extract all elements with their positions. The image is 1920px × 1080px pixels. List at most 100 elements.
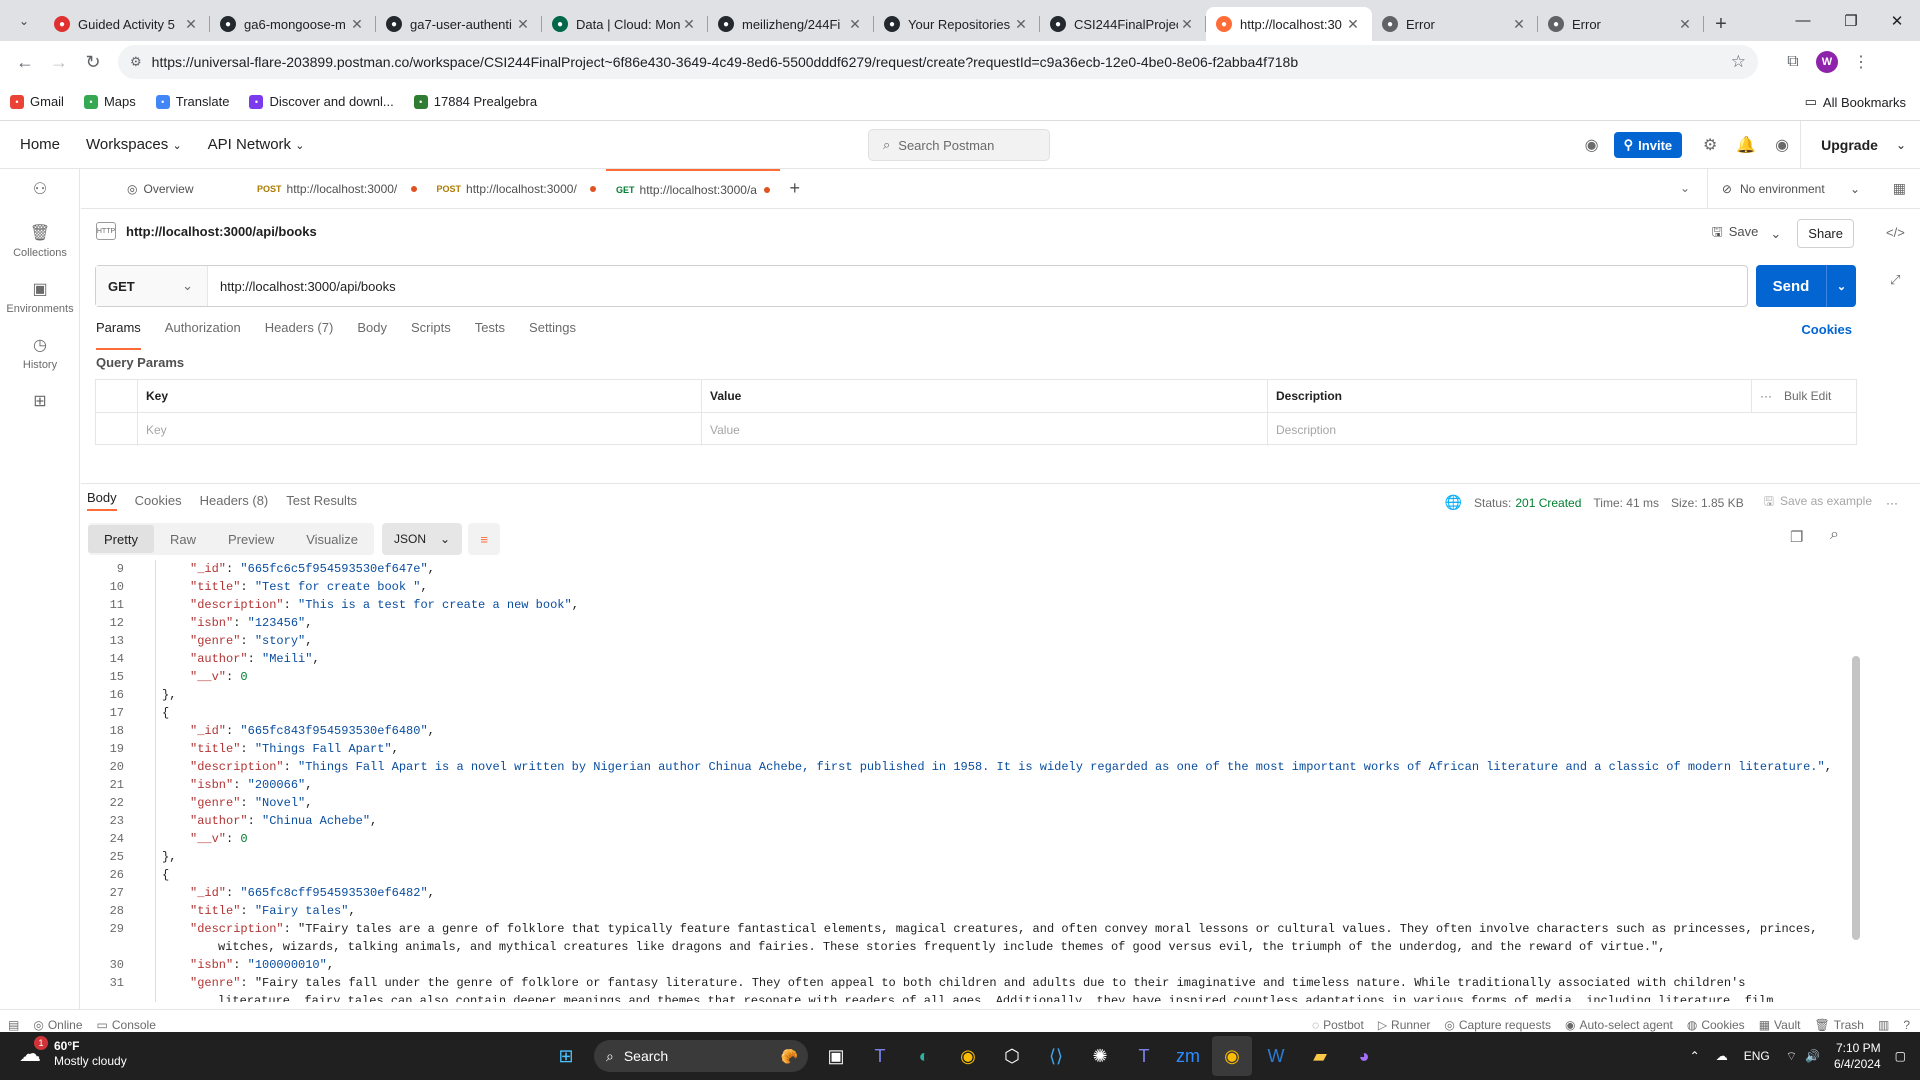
status-bar-item[interactable]: ◎ Capture requests <box>1444 1018 1551 1032</box>
chrome-profile-icon[interactable]: ◉ <box>1212 1036 1252 1076</box>
edge-icon[interactable]: ◐ <box>904 1036 944 1076</box>
description-input[interactable]: Description <box>1268 413 1856 446</box>
console-button[interactable]: ▭ Console <box>97 1018 156 1032</box>
save-dropdown-icon[interactable]: ⌄ <box>1770 226 1781 242</box>
online-status[interactable]: ◎ Online <box>33 1018 82 1032</box>
task-view-icon[interactable]: ▣ <box>816 1036 856 1076</box>
status-bar-item[interactable]: ▦ Vault <box>1759 1018 1801 1032</box>
new-tab-button[interactable]: + <box>1704 7 1738 41</box>
scrollbar-thumb[interactable] <box>1852 656 1860 940</box>
request-tab[interactable]: ◎ Overview <box>117 169 247 209</box>
view-mode-pretty[interactable]: Pretty <box>88 525 154 553</box>
bookmark-item[interactable]: • Translate <box>155 94 229 109</box>
sidebar-item-history[interactable]: ◷ History <box>0 325 80 381</box>
browser-tab[interactable]: ● meilizheng/244Fi ✕ <box>708 7 874 41</box>
invite-button[interactable]: ⚲ Invite <box>1613 132 1683 158</box>
windows-start-icon[interactable]: ⊞ <box>546 1036 586 1076</box>
all-bookmarks[interactable]: ▭ All Bookmarks <box>1805 94 1906 110</box>
tab-scripts[interactable]: Scripts <box>411 320 451 350</box>
share-button[interactable]: Share <box>1797 219 1854 248</box>
profile-avatar[interactable]: W <box>1810 45 1844 79</box>
response-tab[interactable]: Headers (8) <box>200 493 269 508</box>
sidebar-item-team[interactable]: ⚇ <box>0 169 80 213</box>
browser-tab[interactable]: ● Data | Cloud: Mon ✕ <box>542 7 708 41</box>
response-size[interactable]: Size: 1.85 KB <box>1671 496 1744 510</box>
sidebar-item-more[interactable]: ⊞ <box>0 381 80 425</box>
close-window-button[interactable]: ✕ <box>1874 0 1920 41</box>
status-bar-item[interactable]: ▷ Runner <box>1378 1018 1431 1032</box>
close-icon[interactable]: ✕ <box>514 16 532 33</box>
tab-search-dropdown[interactable]: ⌄ <box>10 7 38 35</box>
onedrive-icon[interactable]: ☁ <box>1716 1049 1728 1063</box>
chrome-icon[interactable]: ◉ <box>948 1036 988 1076</box>
tab-tests[interactable]: Tests <box>475 320 505 350</box>
extensions-icon[interactable]: ⧉ <box>1776 45 1810 79</box>
key-input[interactable]: Key <box>138 413 702 446</box>
response-time[interactable]: Time: 41 ms <box>1593 496 1659 510</box>
close-icon[interactable]: ✕ <box>846 16 864 33</box>
view-mode-preview[interactable]: Preview <box>212 525 290 553</box>
tab-params[interactable]: Params <box>96 320 141 350</box>
github-icon[interactable]: ◕ <box>1344 1036 1384 1076</box>
browser-tab[interactable]: ● http://localhost:30 ✕ <box>1206 7 1372 41</box>
wifi-icon[interactable]: ⌔ <box>1786 1049 1797 1064</box>
view-mode-visualize[interactable]: Visualize <box>290 525 374 553</box>
taskbar-search[interactable]: ⌕ Search 🥐 <box>594 1040 808 1072</box>
weather-widget[interactable]: ☁ 1 60°F Mostly cloudy <box>14 1036 127 1070</box>
vscode-icon[interactable]: ⟨⟩ <box>1036 1036 1076 1076</box>
search-postman-input[interactable]: ⌕ Search Postman <box>868 129 1050 161</box>
restore-button[interactable]: ❐ <box>1828 0 1874 41</box>
chatgpt-icon[interactable]: ✺ <box>1080 1036 1120 1076</box>
cookies-link[interactable]: Cookies <box>1801 322 1852 337</box>
sidebar-item-collections[interactable]: 🗑 Collections <box>0 213 80 269</box>
tab-body[interactable]: Body <box>357 320 387 350</box>
zoom-icon[interactable]: zm <box>1168 1036 1208 1076</box>
teams-work-icon[interactable]: T <box>1124 1036 1164 1076</box>
github-desktop-icon[interactable]: ⬡ <box>992 1036 1032 1076</box>
omnibox[interactable]: ⚙ https://universal-flare-203899.postman… <box>118 45 1758 79</box>
tab-headers[interactable]: Headers (7) <box>265 320 334 350</box>
request-tab[interactable]: POST http://localhost:3000/ <box>427 169 607 209</box>
tab-settings[interactable]: Settings <box>529 320 576 350</box>
method-select[interactable]: GET ⌄ <box>96 266 208 306</box>
close-icon[interactable]: ✕ <box>182 16 200 33</box>
response-body-viewer[interactable]: 9 "_id": "665fc6c5f954593530ef647e", 10 "ti… <box>88 560 1850 1002</box>
more-icon[interactable]: ··· <box>1886 496 1898 510</box>
response-tab[interactable]: Cookies <box>135 493 182 508</box>
browser-tab[interactable]: ● ga6-mongoose-m ✕ <box>210 7 376 41</box>
status-bar-item[interactable]: ◌ Postbot <box>1312 1018 1364 1032</box>
nav-home[interactable]: Home <box>20 136 60 153</box>
close-icon[interactable]: ✕ <box>680 16 698 33</box>
toggle-sidebar-icon[interactable]: ▤ <box>8 1018 19 1032</box>
related-icon[interactable]: ⤢ <box>1890 272 1900 288</box>
chrome-menu-icon[interactable]: ⋮ <box>1844 45 1878 79</box>
value-input[interactable]: Value <box>702 413 1268 446</box>
team-icon[interactable]: ◉ <box>1574 127 1610 163</box>
reload-icon[interactable]: ↻ <box>76 45 110 79</box>
status-bar-item[interactable]: ◍ Cookies <box>1687 1018 1745 1032</box>
forward-icon[interactable]: → <box>42 45 76 79</box>
bookmark-item[interactable]: • 17884 Prealgebra <box>413 94 537 109</box>
notifications-icon[interactable]: 🔔 <box>1728 127 1764 163</box>
send-button[interactable]: Send ⌄ <box>1756 265 1856 307</box>
chevron-up-icon[interactable]: ⌃ <box>1690 1049 1700 1063</box>
tabs-dropdown-icon[interactable]: ⌄ <box>1680 181 1690 195</box>
status-badge[interactable]: 201 Created <box>1515 496 1581 510</box>
bookmark-item[interactable]: • Maps <box>83 94 136 109</box>
bookmark-star-icon[interactable]: ☆ <box>1731 52 1746 72</box>
code-snippet-icon[interactable]: </> <box>1886 225 1905 240</box>
close-icon[interactable]: ✕ <box>348 16 366 33</box>
word-icon[interactable]: W <box>1256 1036 1296 1076</box>
save-button[interactable]: 🖫 Save <box>1712 223 1759 245</box>
nav-api-network[interactable]: API Network ⌄ <box>208 136 305 153</box>
nav-workspaces[interactable]: Workspaces ⌄ <box>86 136 182 153</box>
sidebar-item-environments[interactable]: ▣ Environments <box>0 269 80 325</box>
browser-tab[interactable]: ● Guided Activity 5 ✕ <box>44 7 210 41</box>
environment-quick-look-icon[interactable]: ▦ <box>1893 180 1906 197</box>
view-mode-raw[interactable]: Raw <box>154 525 212 553</box>
request-tab[interactable]: GET http://localhost:3000/a <box>606 168 780 209</box>
file-explorer-icon[interactable]: ▰ <box>1300 1036 1340 1076</box>
close-icon[interactable]: ✕ <box>1344 16 1362 33</box>
notification-center-icon[interactable]: ▢ <box>1895 1049 1906 1063</box>
search-icon[interactable]: ⌕ <box>1830 526 1839 544</box>
